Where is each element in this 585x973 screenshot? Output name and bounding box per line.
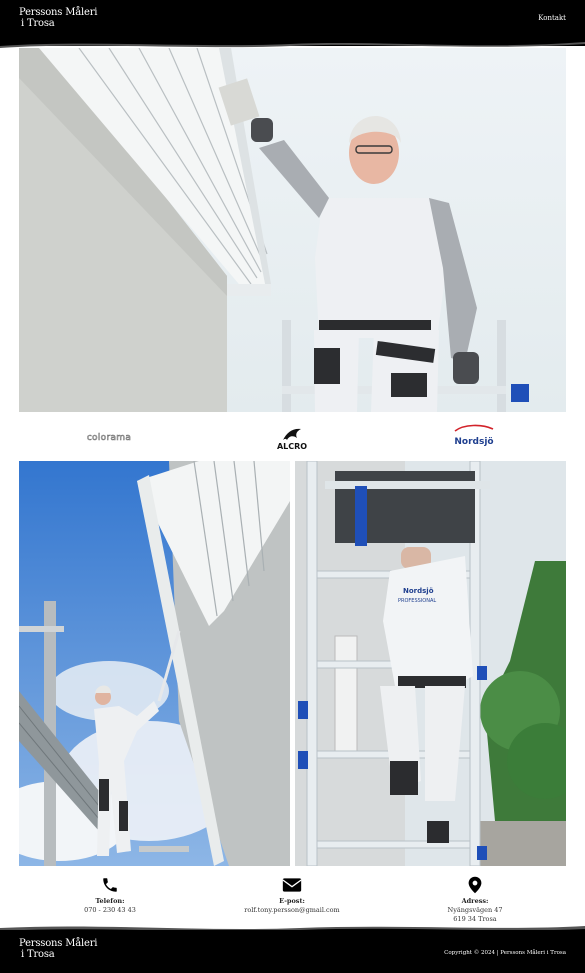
site-logo[interactable]: Perssons Måleri i Trosa [19,7,98,29]
photo-painter-scaffold-tower: Nordsjö PROFESSIONAL [295,461,566,866]
nav-kontakt-link[interactable]: Kontakt [538,14,566,22]
alcro-logo-text: ALCRO [276,441,308,451]
nordsjo-logo-wrap: Nordsjö [454,424,494,448]
colorama-logo[interactable]: colorama [69,420,149,456]
footer-logo[interactable]: Perssons Måleri i Trosa [19,938,98,960]
copyright-text: Copyright © 2024 | Perssons Måleri i Tro… [444,950,566,956]
envelope-icon [282,878,302,892]
map-pin-icon [468,876,482,894]
contact-address: Adress: Nyängsvägen 47 619 34 Trosa [384,876,566,924]
contact-email: E-post: rolf.tony.persson@gmail.com [201,876,383,915]
colorama-logo-text: colorama [86,433,132,444]
nordsjo-logo[interactable]: Nordsjö [434,420,514,456]
contact-phone: Telefon: 070 - 230 43 43 [19,876,201,915]
address-label: Adress: [461,897,489,905]
email-label: E-post: [279,897,305,905]
phone-label: Telefon: [95,897,125,905]
logo-line-1: Perssons Måleri [19,7,98,18]
alcro-dolphin-icon [283,428,301,440]
contact-section: Telefon: 070 - 230 43 43 E-post: rolf.to… [19,876,566,928]
brand-logos: colorama ALCRO Nordsjö [19,420,566,456]
shirt-nordsjo-text: Nordsjö [403,587,434,595]
site-footer: Perssons Måleri i Trosa Copyright © 2024… [0,930,585,973]
photo-painter-roller-scaffold [19,461,290,866]
hero-photo-painter-ladder [19,48,566,412]
phone-icon [103,878,117,892]
footer-logo-line-2: i Trosa [21,949,55,960]
nordsjo-logo-text: Nordsjö [454,436,494,447]
shirt-professional-text: PROFESSIONAL [398,598,436,604]
logo-line-2: i Trosa [21,18,55,29]
email-value[interactable]: rolf.tony.persson@gmail.com [244,906,339,914]
address-line-2: 619 34 Trosa [453,915,497,923]
address-line-1: Nyängsvägen 47 [447,906,503,914]
nordsjo-swoosh-icon [454,424,494,432]
phone-value[interactable]: 070 - 230 43 43 [84,906,136,914]
alcro-logo[interactable]: ALCRO [252,420,332,456]
footer-logo-line-1: Perssons Måleri [19,938,98,949]
